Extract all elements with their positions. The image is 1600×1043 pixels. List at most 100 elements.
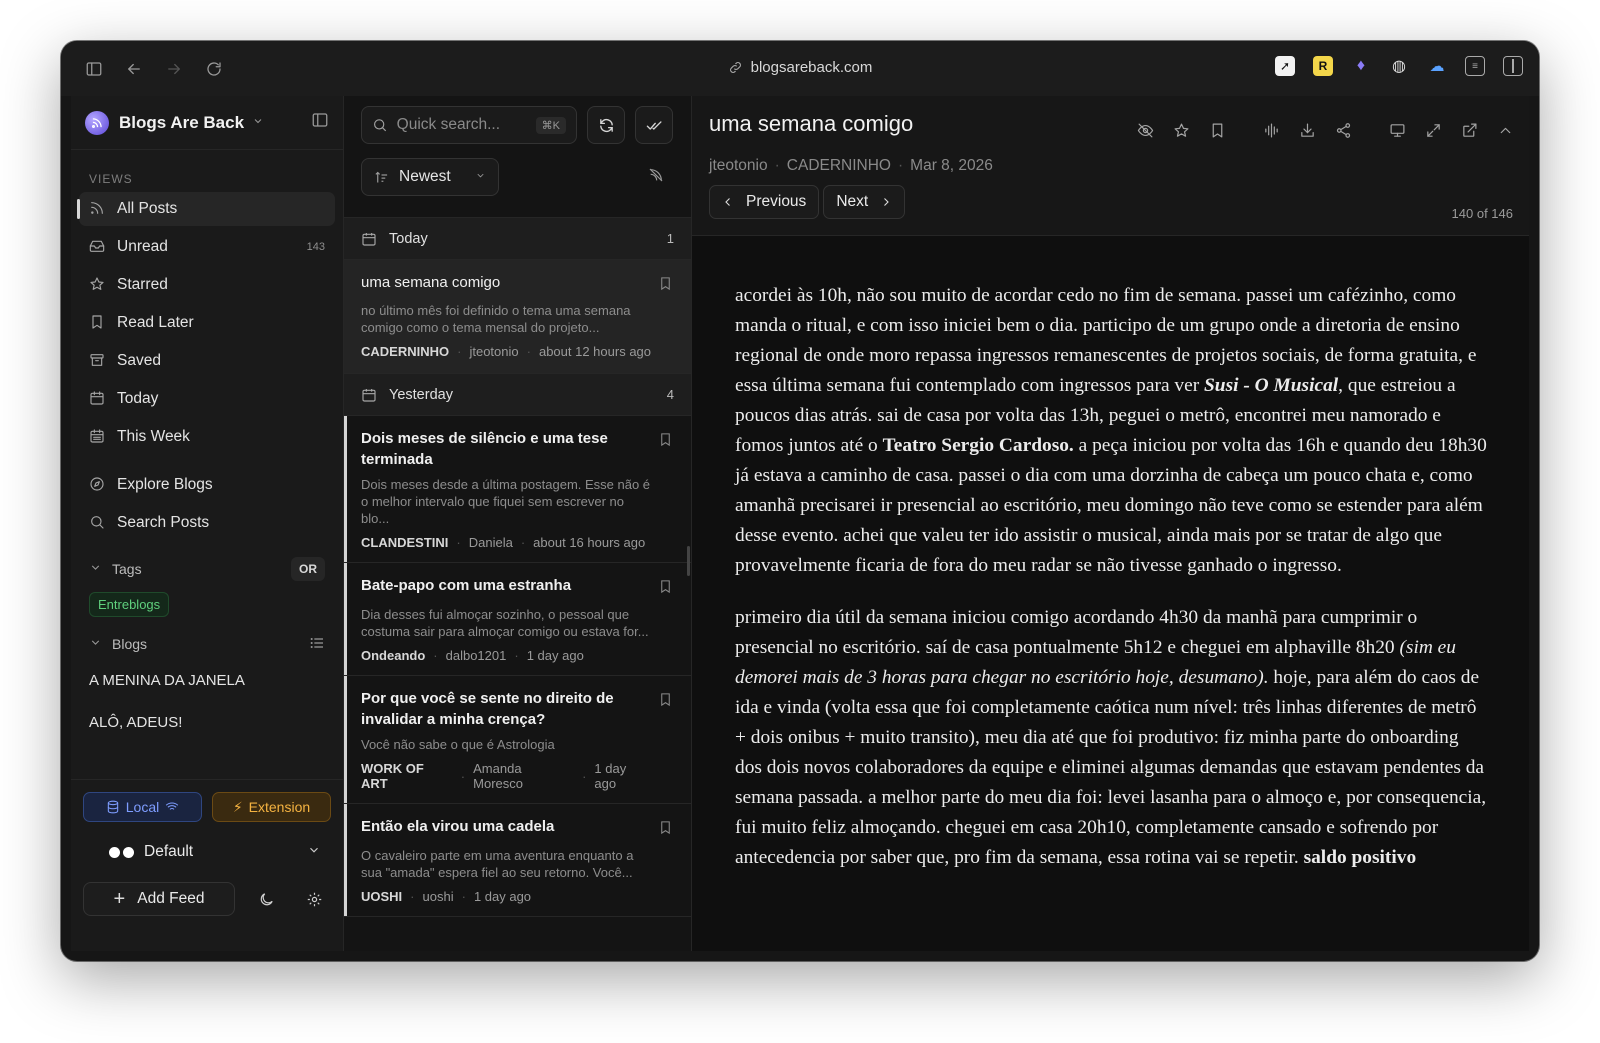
calendar-icon (89, 390, 107, 408)
theme-selector[interactable]: Default (71, 822, 343, 882)
nav-item-explore-blogs[interactable]: Explore Blogs (79, 468, 335, 502)
extension-flame-icon[interactable]: ♦ (1351, 56, 1371, 76)
group-count: 1 (666, 231, 674, 246)
mark-all-read-button[interactable] (635, 106, 673, 144)
extension-cloud-icon[interactable]: ☁ (1427, 56, 1447, 76)
nav-item-read-later[interactable]: Read Later (79, 306, 335, 340)
chevron-down-icon (89, 636, 112, 652)
nav-item-unread[interactable]: Unread 143 (79, 230, 335, 264)
article-paragraph: primeiro dia útil da semana iniciou comi… (735, 603, 1489, 873)
local-mode-label: Local (125, 799, 160, 815)
nav-item-this-week[interactable]: This Week (79, 420, 335, 454)
previous-button[interactable]: Previous (709, 185, 820, 219)
list-icon[interactable] (309, 635, 325, 654)
star-icon[interactable] (1171, 120, 1191, 140)
blog-item[interactable]: ALÔ, ADEUS! (71, 701, 343, 743)
add-feed-button[interactable]: + Add Feed (83, 882, 235, 916)
bookmark-icon[interactable] (658, 432, 673, 452)
chevron-down-icon[interactable] (252, 114, 264, 132)
article-source[interactable]: CADERNINHO (787, 157, 891, 175)
blog-item[interactable]: A MENINA DA JANELA (71, 659, 343, 701)
tags-header[interactable]: Tags OR (71, 544, 343, 581)
blogs-header[interactable]: Blogs (71, 617, 343, 653)
bookmark-icon[interactable] (1207, 120, 1227, 140)
refresh-button[interactable] (587, 106, 625, 144)
article-author[interactable]: jteotonio (709, 157, 768, 175)
rss-icon (89, 200, 107, 218)
extension-r-icon[interactable]: R (1313, 56, 1333, 76)
extension-globe-icon[interactable]: ◍ (1389, 56, 1409, 76)
plus-icon: + (113, 888, 126, 910)
nav-item-today[interactable]: Today (79, 382, 335, 416)
star-icon (89, 276, 107, 294)
wifi-icon (166, 802, 179, 810)
external-link-icon[interactable] (1459, 120, 1479, 140)
views-section-label: VIEWS (89, 172, 133, 186)
lightning-icon: ⚡ (232, 798, 243, 815)
nav-label: Read Later (117, 314, 194, 331)
feed-status-icon[interactable] (648, 167, 664, 188)
search-box[interactable]: ⌘K (361, 106, 577, 144)
post-excerpt: O cavaleiro parte em uma aventura enquan… (361, 848, 634, 880)
mark-unread-icon[interactable] (1135, 120, 1155, 140)
bookmark-icon[interactable] (658, 820, 673, 840)
sidebar-toggle-icon[interactable] (83, 58, 105, 80)
post-item[interactable]: uma semana comigo no último mês foi defi… (344, 260, 691, 374)
next-label: Next (836, 193, 869, 210)
post-item[interactable]: Dois meses de silêncio e uma tese termin… (344, 416, 691, 563)
extension-box-icon[interactable]: ≡ (1465, 56, 1485, 76)
gear-icon[interactable] (297, 882, 331, 916)
nav-label: Unread (117, 238, 168, 255)
bookmark-icon[interactable] (658, 276, 673, 296)
scrollbar-thumb[interactable] (687, 546, 690, 576)
tag-pill[interactable]: Entreblogs (89, 592, 170, 617)
nav-item-all-posts[interactable]: All Posts (77, 192, 335, 226)
browser-window: blogsareback.com ➚ R ♦ ◍ ☁ ≡ Blogs Are B… (61, 41, 1539, 961)
collapse-sidebar-icon[interactable] (311, 111, 329, 134)
post-meta: WORK OF ART · Amanda Moresco · 1 day ago (361, 761, 651, 791)
group-count: 4 (666, 387, 674, 402)
back-arrow-icon[interactable] (123, 58, 145, 80)
chevron-down-icon (89, 561, 112, 577)
text-run-bold-italic: Susi - O Musical (1204, 375, 1339, 396)
extension-mode-label: Extension (248, 799, 311, 815)
post-item[interactable]: Bate-papo com uma estranha Dia desses fu… (344, 563, 691, 676)
local-mode-button[interactable]: Local (83, 792, 202, 822)
next-button[interactable]: Next (823, 185, 906, 219)
bookmark-icon[interactable] (658, 579, 673, 599)
group-header-today: Today 1 (344, 218, 691, 260)
url-text[interactable]: blogsareback.com (751, 59, 873, 76)
nav-item-starred[interactable]: Starred (79, 268, 335, 302)
expand-icon[interactable] (1423, 120, 1443, 140)
moon-icon[interactable] (249, 882, 283, 916)
add-feed-label: Add Feed (137, 890, 205, 907)
post-item[interactable]: Por que você se sente no direito de inva… (344, 676, 691, 804)
bookmark-icon[interactable] (658, 692, 673, 712)
quick-search-input[interactable] (396, 116, 527, 134)
nav-item-saved[interactable]: Saved (79, 344, 335, 378)
tags-label: Tags (112, 561, 142, 577)
app-name[interactable]: Blogs Are Back (119, 113, 244, 133)
bookmark-icon (89, 314, 107, 332)
monitor-icon[interactable] (1387, 120, 1407, 140)
post-excerpt: Dois meses desde a última postagem. Esse… (361, 477, 651, 526)
tags-mode-toggle[interactable]: OR (291, 557, 325, 581)
chevron-up-icon[interactable] (1495, 120, 1515, 140)
split-view-icon[interactable] (1503, 56, 1523, 76)
post-excerpt: Dia desses fui almoçar sozinho, o pessoa… (361, 607, 649, 639)
extension-send-icon[interactable]: ➚ (1275, 56, 1295, 76)
refresh-icon (599, 118, 613, 132)
post-item[interactable]: Então ela virou uma cadela O cavaleiro p… (344, 804, 691, 917)
post-source: WORK OF ART (361, 761, 424, 791)
nav-item-search-posts[interactable]: Search Posts (79, 506, 335, 540)
extension-mode-button[interactable]: ⚡ Extension (212, 792, 331, 822)
post-meta: CADERNINHO · jteotonio · about 12 hours ag… (361, 344, 652, 359)
reload-icon[interactable] (203, 58, 225, 80)
article-date: Mar 8, 2026 (910, 157, 993, 174)
audio-waveform-icon[interactable] (1261, 120, 1281, 140)
share-icon[interactable] (1333, 120, 1353, 140)
download-icon[interactable] (1297, 120, 1317, 140)
browser-toolbar: blogsareback.com ➚ R ♦ ◍ ☁ ≡ (61, 41, 1539, 96)
sort-dropdown[interactable]: Newest (361, 158, 499, 196)
forward-arrow-icon[interactable] (163, 58, 185, 80)
